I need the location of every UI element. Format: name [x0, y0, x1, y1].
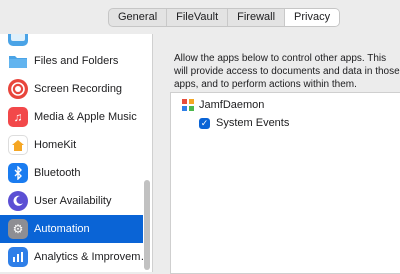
tab-firewall[interactable]: Firewall: [228, 9, 286, 26]
sidebar-item-automation[interactable]: ⚙ Automation: [0, 215, 143, 243]
sidebar-scrollbar[interactable]: [144, 180, 150, 270]
automation-description: Allow the apps below to control other ap…: [174, 53, 400, 90]
tab-privacy[interactable]: Privacy: [285, 9, 340, 26]
sidebar-item-label: Files and Folders: [34, 55, 119, 67]
list-item: ✓ System Events: [199, 115, 289, 131]
sidebar-item-user-availability[interactable]: User Availability: [0, 187, 143, 215]
chart-icon: [8, 247, 28, 267]
sidebar-item-analytics[interactable]: Analytics & Improvem…: [0, 243, 151, 271]
privacy-sidebar: Files and Folders Screen Recording ♫ Med…: [0, 34, 153, 272]
sidebar-item-label: HomeKit: [34, 139, 77, 151]
record-icon: [8, 79, 28, 99]
sidebar-item-label: Screen Recording: [34, 83, 123, 95]
sidebar-item-files-and-folders[interactable]: Files and Folders: [0, 47, 143, 75]
sidebar-item-label: Automation: [34, 223, 90, 235]
sidebar-item-media-apple-music[interactable]: ♫ Media & Apple Music: [0, 103, 143, 131]
target-app-name: System Events: [216, 117, 290, 129]
moon-icon: [8, 191, 28, 211]
music-note-icon: ♫: [8, 107, 28, 127]
jamf-icon: [182, 99, 194, 111]
tab-general[interactable]: General: [109, 9, 168, 26]
sidebar-item-homekit[interactable]: HomeKit: [0, 131, 143, 159]
system-events-checkbox[interactable]: ✓: [199, 117, 210, 129]
bluetooth-icon: [8, 163, 28, 183]
segmented-tabs: General FileVault Firewall Privacy: [108, 8, 341, 27]
automation-app-list: JamfDaemon ✓ System Events: [170, 92, 400, 274]
sidebar-item-screen-recording[interactable]: Screen Recording: [0, 75, 143, 103]
sidebar-item-label: Media & Apple Music: [34, 111, 137, 123]
sidebar-item-bluetooth[interactable]: Bluetooth: [0, 159, 143, 187]
sidebar-item-label: Analytics & Improvem…: [34, 251, 152, 263]
folder-icon: [8, 51, 28, 71]
tab-bar: General FileVault Firewall Privacy: [0, 0, 400, 34]
automation-panel: Allow the apps below to control other ap…: [160, 34, 400, 274]
sidebar-item-label: Bluetooth: [34, 167, 81, 179]
tab-filevault[interactable]: FileVault: [167, 9, 229, 26]
sidebar-item-label: User Availability: [34, 195, 112, 207]
list-item[interactable]: JamfDaemon: [181, 97, 264, 113]
gear-icon: ⚙: [8, 219, 28, 239]
app-name: JamfDaemon: [199, 99, 265, 111]
home-icon: [8, 135, 28, 155]
partial-folder-icon: [8, 34, 28, 46]
